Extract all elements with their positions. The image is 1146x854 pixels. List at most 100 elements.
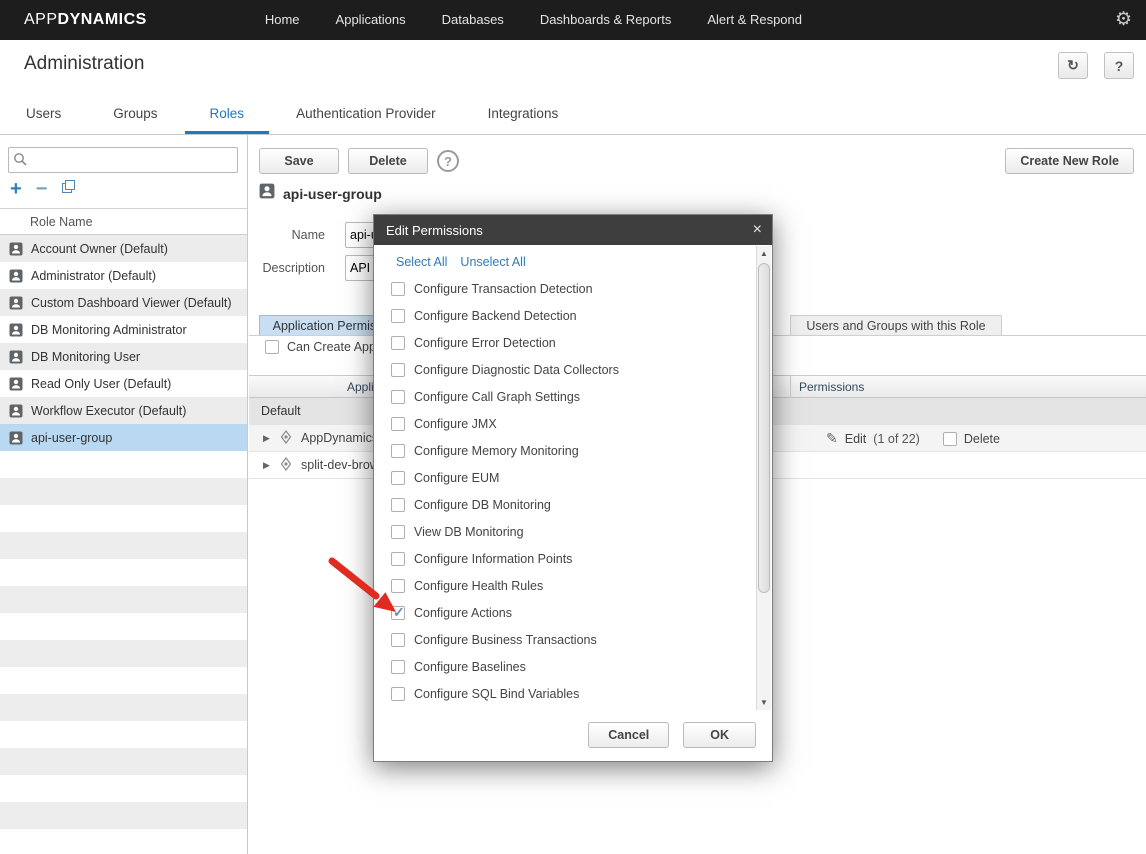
scrollbar[interactable]: ▲ ▼ bbox=[756, 246, 771, 710]
tab-roles[interactable]: Roles bbox=[185, 96, 270, 134]
list-item[interactable]: Administrator (Default) bbox=[0, 262, 247, 289]
header-actions: ↻ ? bbox=[1058, 52, 1134, 79]
tab-users-groups-with-role[interactable]: Users and Groups with this Role bbox=[790, 315, 1002, 336]
app-logo: APPDYNAMICS bbox=[24, 11, 147, 29]
role-list: Account Owner (Default) Administrator (D… bbox=[0, 235, 247, 451]
permission-checkbox[interactable] bbox=[391, 606, 405, 620]
permission-checkbox[interactable] bbox=[391, 687, 405, 701]
permission-checkbox[interactable] bbox=[391, 660, 405, 674]
permission-checkbox[interactable] bbox=[391, 633, 405, 647]
admin-tabbar: Users Groups Roles Authentication Provid… bbox=[0, 96, 1146, 135]
permission-checkbox[interactable] bbox=[391, 363, 405, 377]
dialog-footer: Cancel OK bbox=[374, 709, 756, 761]
list-item[interactable]: Read Only User (Default) bbox=[0, 370, 247, 397]
top-nav: APPDYNAMICS Home Applications Databases … bbox=[0, 0, 1146, 40]
select-all-link[interactable]: Select All bbox=[396, 255, 447, 269]
role-name: Administrator (Default) bbox=[31, 269, 156, 283]
create-new-role-button[interactable]: Create New Role bbox=[1005, 148, 1134, 174]
role-list-tools: + − bbox=[10, 179, 76, 199]
list-item[interactable]: DB Monitoring Administrator bbox=[0, 316, 247, 343]
can-create-checkbox[interactable] bbox=[265, 340, 279, 354]
nav-item-applications[interactable]: Applications bbox=[318, 0, 424, 40]
nav-item-alert-respond[interactable]: Alert & Respond bbox=[689, 0, 820, 40]
logo-part-2: DYNAMICS bbox=[58, 11, 147, 28]
permission-label: Configure Call Graph Settings bbox=[414, 390, 580, 404]
role-name: DB Monitoring User bbox=[31, 350, 140, 364]
nav-item-dashboards-reports[interactable]: Dashboards & Reports bbox=[522, 0, 690, 40]
expand-icon[interactable]: ▶ bbox=[263, 460, 273, 471]
nav-item-databases[interactable]: Databases bbox=[424, 0, 522, 40]
permission-checkbox[interactable] bbox=[391, 525, 405, 539]
dialog-header[interactable]: Edit Permissions × bbox=[374, 215, 772, 245]
role-name: Custom Dashboard Viewer (Default) bbox=[31, 296, 232, 310]
list-item[interactable]: Custom Dashboard Viewer (Default) bbox=[0, 289, 247, 316]
permission-row: Configure Business Transactions bbox=[391, 626, 746, 653]
permission-label: Configure Health Rules bbox=[414, 579, 543, 593]
save-button[interactable]: Save bbox=[259, 148, 339, 174]
permission-row: Configure Health Rules bbox=[391, 572, 746, 599]
help-button[interactable]: ? bbox=[1104, 52, 1134, 79]
delete-button[interactable]: Delete bbox=[348, 148, 428, 174]
permission-checkbox[interactable] bbox=[391, 444, 405, 458]
duplicate-role-icon[interactable] bbox=[61, 179, 76, 199]
scrollbar-thumb[interactable] bbox=[758, 263, 770, 593]
logo-part-1: APP bbox=[24, 11, 58, 28]
pencil-icon[interactable]: ✎ bbox=[826, 430, 838, 447]
list-item-selected[interactable]: api-user-group bbox=[0, 424, 247, 451]
list-item[interactable]: Account Owner (Default) bbox=[0, 235, 247, 262]
role-name: DB Monitoring Administrator bbox=[31, 323, 187, 337]
expand-icon[interactable]: ▶ bbox=[263, 433, 273, 444]
role-name: api-user-group bbox=[31, 431, 112, 445]
refresh-button[interactable]: ↻ bbox=[1058, 52, 1088, 79]
role-name: Account Owner (Default) bbox=[31, 242, 168, 256]
permission-checkbox[interactable] bbox=[391, 579, 405, 593]
scroll-up-icon[interactable]: ▲ bbox=[757, 246, 771, 261]
tab-groups[interactable]: Groups bbox=[88, 96, 182, 134]
remove-role-icon[interactable]: − bbox=[36, 181, 48, 197]
search-input[interactable] bbox=[8, 147, 238, 173]
permission-checkbox[interactable] bbox=[391, 471, 405, 485]
cancel-button[interactable]: Cancel bbox=[588, 722, 669, 748]
permission-label: Configure Diagnostic Data Collectors bbox=[414, 363, 619, 377]
role-name: Workflow Executor (Default) bbox=[31, 404, 186, 418]
permission-row: Configure Memory Monitoring bbox=[391, 437, 746, 464]
permission-label: View DB Monitoring bbox=[414, 525, 524, 539]
permission-label: Configure Backend Detection bbox=[414, 309, 577, 323]
tab-authentication-provider[interactable]: Authentication Provider bbox=[271, 96, 461, 134]
context-help-icon[interactable]: ? bbox=[437, 150, 459, 172]
permission-checkbox[interactable] bbox=[391, 282, 405, 296]
nav-items: Home Applications Databases Dashboards &… bbox=[247, 0, 820, 40]
permission-checkbox[interactable] bbox=[391, 309, 405, 323]
permission-row: Configure Call Graph Settings bbox=[391, 383, 746, 410]
search-wrap bbox=[8, 147, 238, 173]
permission-checkbox[interactable] bbox=[391, 336, 405, 350]
column-header-permissions: Permissions bbox=[790, 376, 864, 398]
permission-row-configure-actions: Configure Actions bbox=[391, 599, 746, 626]
permission-checkbox[interactable] bbox=[391, 498, 405, 512]
delete-permission-checkbox[interactable] bbox=[943, 432, 957, 446]
permission-checkbox[interactable] bbox=[391, 390, 405, 404]
permission-label: Configure EUM bbox=[414, 471, 499, 485]
add-role-icon[interactable]: + bbox=[10, 181, 22, 197]
role-badge-icon bbox=[9, 431, 23, 445]
role-badge-icon bbox=[9, 377, 23, 391]
permission-row: Configure Backend Detection bbox=[391, 302, 746, 329]
gear-icon[interactable]: ⚙ bbox=[1115, 0, 1132, 40]
nav-item-home[interactable]: Home bbox=[247, 0, 318, 40]
list-item[interactable]: DB Monitoring User bbox=[0, 343, 247, 370]
unselect-all-link[interactable]: Unselect All bbox=[460, 255, 525, 269]
permission-checkbox[interactable] bbox=[391, 552, 405, 566]
permission-row: Configure JMX bbox=[391, 410, 746, 437]
list-item[interactable]: Workflow Executor (Default) bbox=[0, 397, 247, 424]
permission-edit-controls: ✎ Edit (1 of 22) Delete bbox=[826, 425, 1000, 452]
permission-checkbox[interactable] bbox=[391, 417, 405, 431]
role-title-text: api-user-group bbox=[283, 186, 382, 202]
permission-label: Configure Information Points bbox=[414, 552, 572, 566]
tab-integrations[interactable]: Integrations bbox=[463, 96, 584, 134]
scroll-down-icon[interactable]: ▼ bbox=[757, 695, 771, 710]
edit-link[interactable]: Edit bbox=[845, 432, 867, 446]
ok-button[interactable]: OK bbox=[683, 722, 756, 748]
close-icon[interactable]: × bbox=[753, 222, 762, 238]
name-label: Name bbox=[257, 228, 325, 242]
tab-users[interactable]: Users bbox=[1, 96, 86, 134]
